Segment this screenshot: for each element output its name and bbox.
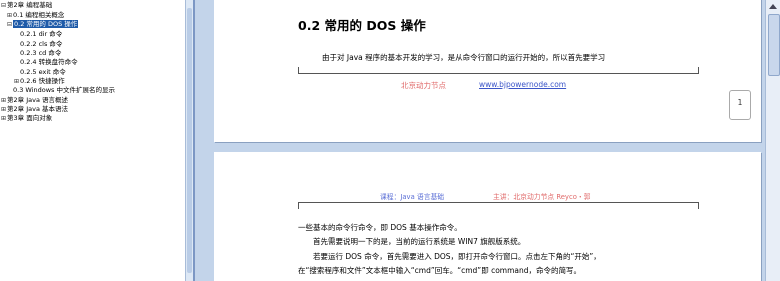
footer-company: 北京动力节点 (401, 81, 446, 90)
outline-label: 0.2 常用的 DOS 操作 (13, 20, 79, 28)
outline-item-0-2-6[interactable]: ⊞0.2.6 快捷操作 (13, 77, 65, 86)
margin-corner-mark (298, 67, 299, 73)
outline-item-0-2-4[interactable]: 0.2.4 转换盘符命令 (20, 58, 78, 67)
nav-scrollbar[interactable] (185, 0, 193, 281)
outline-label: 第3章 面向对象 (7, 114, 53, 122)
margin-corner-mark (698, 203, 699, 209)
outline-item-0-2-5[interactable]: 0.2.5 exit 命令 (20, 68, 66, 77)
collapse-toggle-icon[interactable]: ⊟ (6, 20, 13, 29)
outline-item-0-2-1[interactable]: 0.2.1 dir 命令 (20, 30, 62, 39)
header-rule (298, 202, 699, 203)
document-scrollbar[interactable] (765, 0, 780, 281)
outline-item-chapter-2[interactable]: ⊞第2章 Java 语言概述 (0, 96, 68, 105)
outline-item-chapter-1[interactable]: ⊟第2章 编程基础 (0, 1, 52, 10)
outline-label: 第2章 Java 语言概述 (7, 96, 68, 104)
scroll-up-arrow-icon[interactable] (769, 4, 777, 9)
outline-item-0-3[interactable]: 0.3 Windows 中文件扩展名的显示 (13, 86, 115, 95)
body-line: 若要运行 DOS 命令，首先需要进入 DOS，即打开命令行窗口。点击左下角的“开… (313, 252, 601, 261)
outline-item-0-2-3[interactable]: 0.2.3 cd 命令 (20, 49, 61, 58)
footer-rule (298, 73, 699, 74)
outline-item-chapter-2b[interactable]: ⊞第2章 Java 基本语法 (0, 105, 68, 114)
outline-label: 0.3 Windows 中文件扩展名的显示 (13, 86, 115, 94)
outline-label: 第2章 Java 基本语法 (7, 105, 68, 113)
expand-toggle-icon[interactable]: ⊞ (0, 105, 7, 114)
outline-label: 0.1 编程相关概念 (13, 11, 65, 19)
expand-toggle-icon[interactable]: ⊞ (13, 77, 20, 86)
document-scrollbar-thumb[interactable] (768, 14, 780, 76)
outline-label: 0.2.5 exit 命令 (20, 68, 66, 76)
body-line: 一些基本的命令行命令，即 DOS 基本操作命令。 (298, 223, 462, 232)
outline-item-0-1[interactable]: ⊞0.1 编程相关概念 (6, 11, 64, 20)
navigation-pane: ⊟第2章 编程基础 ⊞0.1 编程相关概念 ⊟ 0.2 常用的 DOS 操作 0.… (0, 0, 185, 281)
outline-item-chapter-3[interactable]: ⊞第3章 面向对象 (0, 114, 52, 123)
margin-corner-mark (698, 67, 699, 73)
collapse-toggle-icon[interactable]: ⊟ (0, 1, 7, 10)
outline-item-0-2-selected[interactable]: ⊟ 0.2 常用的 DOS 操作 (6, 20, 79, 29)
outline-label: 0.2.6 快捷操作 (20, 77, 65, 85)
header-lecturer: 主讲：北京动力节点 Reyco・郭 (493, 193, 591, 201)
footer-website-link[interactable]: www.bjpowernode.com (479, 80, 566, 89)
expand-toggle-icon[interactable]: ⊞ (0, 96, 7, 105)
expand-toggle-icon[interactable]: ⊞ (6, 11, 13, 20)
outline-label: 第2章 编程基础 (7, 1, 53, 9)
expand-toggle-icon[interactable]: ⊞ (0, 114, 7, 123)
document-area: 0.2 常用的 DOS 操作 由于对 Java 程序的基本开发的学习，是从命令行… (195, 0, 765, 281)
body-line: 在“搜索程序和文件”文本框中输入“cmd”回车。“cmd”即 command，命… (298, 266, 582, 275)
document-page-2: 课程：Java 语言基础 主讲：北京动力节点 Reyco・郭 一些基本的命令行命… (214, 152, 761, 281)
section-heading: 0.2 常用的 DOS 操作 (298, 18, 426, 33)
document-page-1: 0.2 常用的 DOS 操作 由于对 Java 程序的基本开发的学习，是从命令行… (214, 0, 761, 142)
nav-scrollbar-thumb[interactable] (187, 8, 192, 273)
margin-corner-mark (298, 203, 299, 209)
body-text: 由于对 Java 程序的基本开发的学习，是从命令行窗口的运行开始的，所以首先要学… (322, 53, 606, 62)
header-course: 课程：Java 语言基础 (380, 193, 445, 201)
outline-item-0-2-2[interactable]: 0.2.2 cls 命令 (20, 40, 62, 49)
outline-label: 0.2.2 cls 命令 (20, 40, 63, 48)
outline-label: 0.2.4 转换盘符命令 (20, 58, 78, 66)
outline-label: 0.2.3 cd 命令 (20, 49, 62, 57)
page-number-box: 1 (729, 90, 751, 120)
body-line: 首先需要说明一下的是，当前的运行系统是 WIN7 旗舰版系统。 (313, 237, 526, 246)
outline-label: 0.2.1 dir 命令 (20, 30, 63, 38)
